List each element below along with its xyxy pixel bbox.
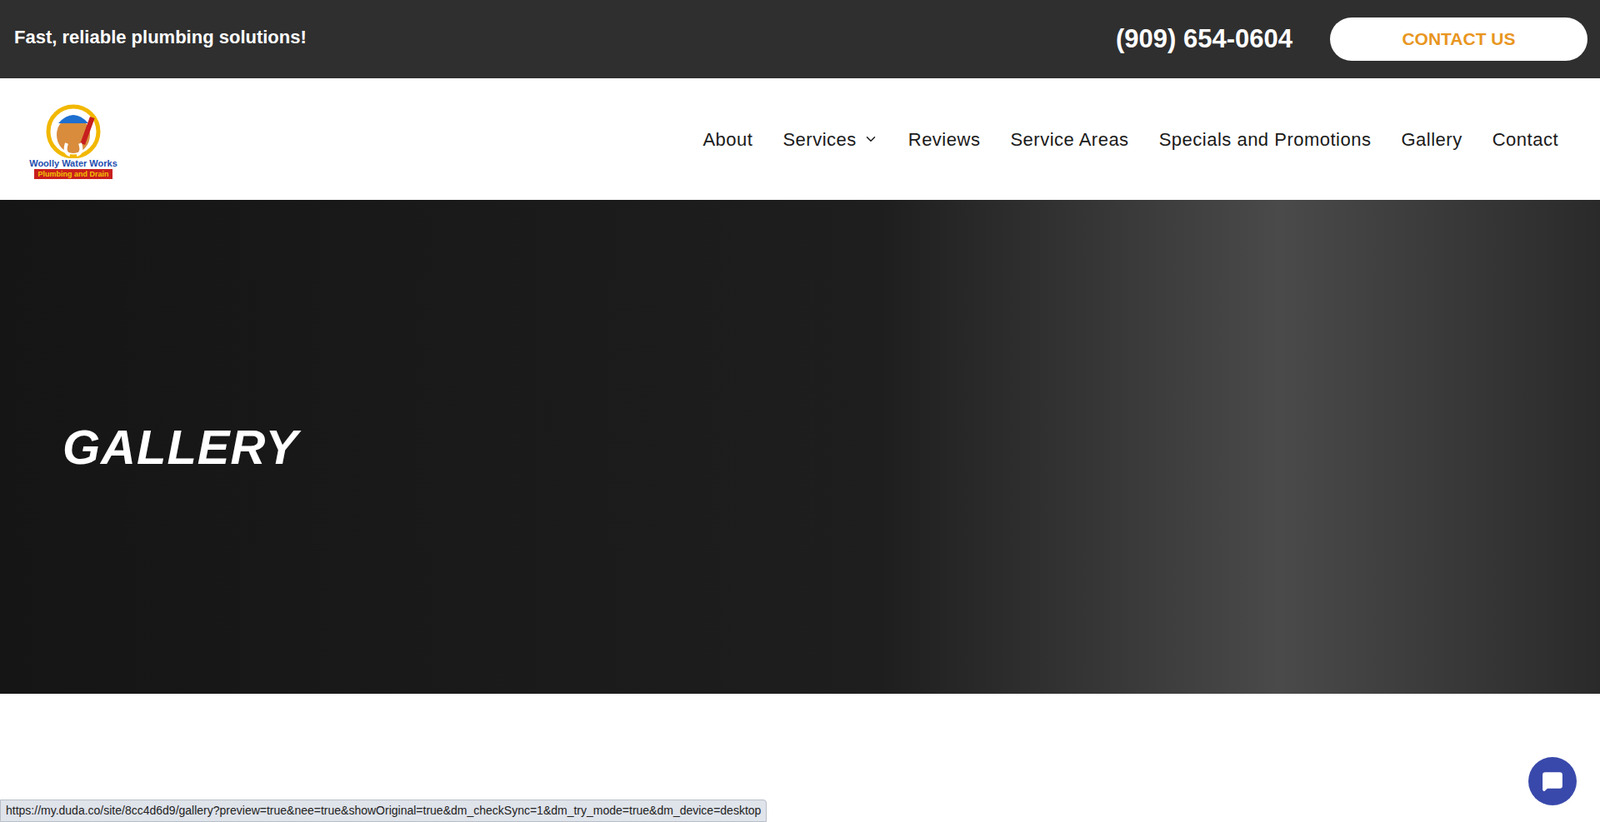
logo-name: Woolly Water Works: [29, 158, 118, 170]
chat-button[interactable]: [1528, 757, 1577, 806]
nav-item[interactable]: Contact: [1492, 125, 1559, 154]
mammoth-plumber-icon: [40, 100, 107, 159]
hero: GALLERY: [0, 200, 1600, 695]
nav-item[interactable]: Reviews: [908, 125, 981, 154]
contact-us-button[interactable]: CONTACT US: [1330, 17, 1588, 61]
nav-item[interactable]: Gallery: [1400, 125, 1462, 154]
hero-title: GALLERY: [62, 410, 299, 484]
logo[interactable]: Woolly Water WorksPlumbing and Drain: [15, 100, 132, 180]
tagline: Fast, reliable plumbing solutions!: [14, 23, 307, 51]
logo-subtitle: Plumbing and Drain: [34, 169, 112, 180]
nav-bar: Woolly Water WorksPlumbing and Drain Abou…: [0, 78, 1600, 200]
nav-item[interactable]: About: [702, 125, 753, 154]
nav-item[interactable]: Services: [782, 125, 878, 154]
chat-bubble-icon: [1541, 770, 1564, 793]
nav-item[interactable]: Specials and Promotions: [1159, 125, 1372, 154]
chevron-down-icon: [863, 131, 879, 147]
page: Fast, reliable plumbing solutions! (909) …: [0, 0, 1600, 822]
top-bar: Fast, reliable plumbing solutions! (909) …: [0, 0, 1600, 79]
phone-link[interactable]: (909) 654-0604: [1115, 20, 1293, 60]
main-nav: About Services Reviews Service Areas Special…: [702, 125, 1559, 154]
status-bar-url: https://my.duda.co/site/8cc4d6d9/gallery…: [0, 800, 767, 822]
nav-item[interactable]: Service Areas: [1010, 125, 1129, 154]
